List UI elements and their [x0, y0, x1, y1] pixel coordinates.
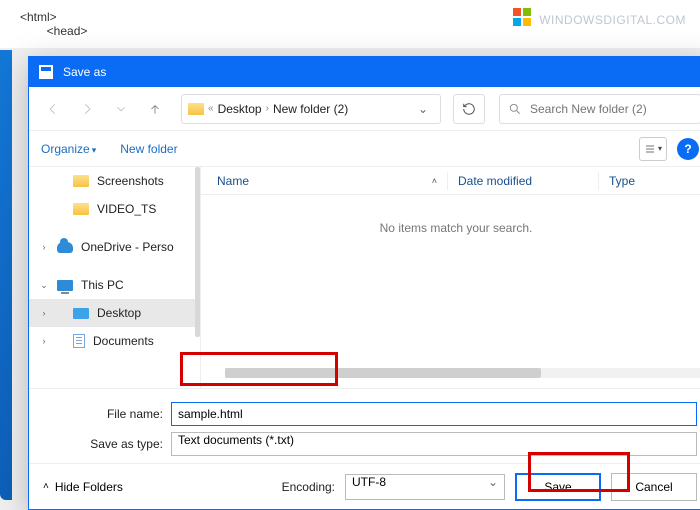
encoding-label: Encoding: — [282, 480, 335, 494]
back-button[interactable] — [39, 95, 67, 123]
toolbar: Organize▾ New folder ▾ ? — [29, 131, 700, 167]
cancel-button[interactable]: Cancel — [611, 473, 697, 501]
desktop-edge — [0, 50, 12, 500]
breadcrumb-segment[interactable]: New folder (2) — [273, 102, 348, 116]
bottom-bar: ˄ Hide Folders Encoding: UTF-8⌄ Save Can… — [29, 463, 700, 509]
nav-row: « Desktop › New folder (2) ⌄ — [29, 87, 700, 131]
expand-icon[interactable]: › — [39, 242, 49, 252]
tree-item-documents[interactable]: › Documents — [29, 327, 200, 355]
filename-input[interactable] — [171, 402, 697, 426]
search-icon — [508, 102, 522, 116]
folder-icon — [73, 175, 89, 187]
tree-label: VIDEO_TS — [97, 202, 156, 216]
chevron-right-icon: › — [266, 103, 269, 114]
view-options-button[interactable]: ▾ — [639, 137, 667, 161]
chevron-down-icon: ▾ — [92, 145, 97, 155]
chevron-down-icon: ⌄ — [488, 475, 498, 489]
up-button[interactable] — [141, 95, 169, 123]
folder-tree: Screenshots VIDEO_TS › OneDrive - Perso ⌄… — [29, 167, 201, 388]
onedrive-icon — [57, 242, 73, 253]
tree-label: Desktop — [97, 306, 141, 320]
forward-button[interactable] — [73, 95, 101, 123]
folder-icon — [188, 103, 204, 115]
tree-label: Documents — [93, 334, 154, 348]
hide-folders-button[interactable]: ˄ Hide Folders — [43, 480, 123, 494]
documents-icon — [73, 334, 85, 348]
expand-icon[interactable]: › — [39, 308, 49, 318]
this-pc-icon — [57, 280, 73, 291]
breadcrumb-segment[interactable]: Desktop — [218, 102, 262, 116]
dialog-body: Screenshots VIDEO_TS › OneDrive - Perso ⌄… — [29, 167, 700, 388]
tree-item-this-pc[interactable]: ⌄ This PC — [29, 271, 200, 299]
file-list-pane: Name˄ Date modified Type No items match … — [201, 167, 700, 388]
desktop-icon — [73, 308, 89, 319]
filename-label: File name: — [43, 407, 163, 421]
collapse-icon[interactable]: ⌄ — [39, 280, 49, 291]
windows-logo-icon — [513, 8, 531, 26]
organize-menu[interactable]: Organize▾ — [41, 142, 96, 156]
recent-dropdown[interactable] — [107, 95, 135, 123]
breadcrumb-separator-icon: « — [208, 103, 214, 114]
tree-item-desktop[interactable]: › Desktop — [29, 299, 200, 327]
titlebar[interactable]: Save as — [29, 57, 700, 87]
filename-fields: File name: Save as type: Text documents … — [29, 388, 700, 463]
tree-item-onedrive[interactable]: › OneDrive - Perso — [29, 233, 200, 261]
save-as-dialog: Save as « Desktop › New folder (2) ⌄ Org… — [28, 56, 700, 510]
folder-icon — [73, 203, 89, 215]
refresh-button[interactable] — [453, 94, 485, 124]
empty-folder-message: No items match your search. — [201, 195, 700, 261]
chevron-up-icon: ˄ — [43, 481, 49, 492]
breadcrumb-dropdown[interactable]: ⌄ — [412, 102, 434, 116]
save-as-type-select[interactable]: Text documents (*.txt) — [171, 432, 697, 456]
chevron-down-icon: ▾ — [658, 144, 662, 153]
scrollbar-thumb[interactable] — [225, 368, 541, 378]
search-box[interactable] — [499, 94, 700, 124]
watermark: WINDOWSDIGITAL.COM — [513, 6, 686, 30]
tree-item-video-ts[interactable]: VIDEO_TS — [29, 195, 200, 223]
encoding-select[interactable]: UTF-8⌄ — [345, 474, 505, 500]
search-input[interactable] — [530, 102, 692, 116]
help-button[interactable]: ? — [677, 138, 699, 160]
column-name[interactable]: Name˄ — [217, 174, 437, 188]
save-button[interactable]: Save — [515, 473, 601, 501]
system-icon — [39, 65, 53, 79]
dialog-title: Save as — [63, 65, 106, 79]
horizontal-scrollbar[interactable] — [225, 368, 700, 378]
column-headers: Name˄ Date modified Type — [201, 167, 700, 195]
list-icon — [644, 143, 656, 155]
tree-label: This PC — [81, 278, 124, 292]
new-folder-button[interactable]: New folder — [120, 142, 177, 156]
breadcrumb[interactable]: « Desktop › New folder (2) ⌄ — [181, 94, 441, 124]
sidebar-scrollbar[interactable] — [195, 167, 200, 337]
expand-icon[interactable]: › — [39, 336, 49, 346]
save-as-type-label: Save as type: — [43, 437, 163, 451]
column-date-modified[interactable]: Date modified — [458, 174, 588, 188]
column-type[interactable]: Type — [609, 174, 689, 188]
tree-item-screenshots[interactable]: Screenshots — [29, 167, 200, 195]
tree-label: OneDrive - Perso — [81, 240, 174, 254]
sort-indicator-icon: ˄ — [432, 176, 437, 186]
tree-label: Screenshots — [97, 174, 164, 188]
